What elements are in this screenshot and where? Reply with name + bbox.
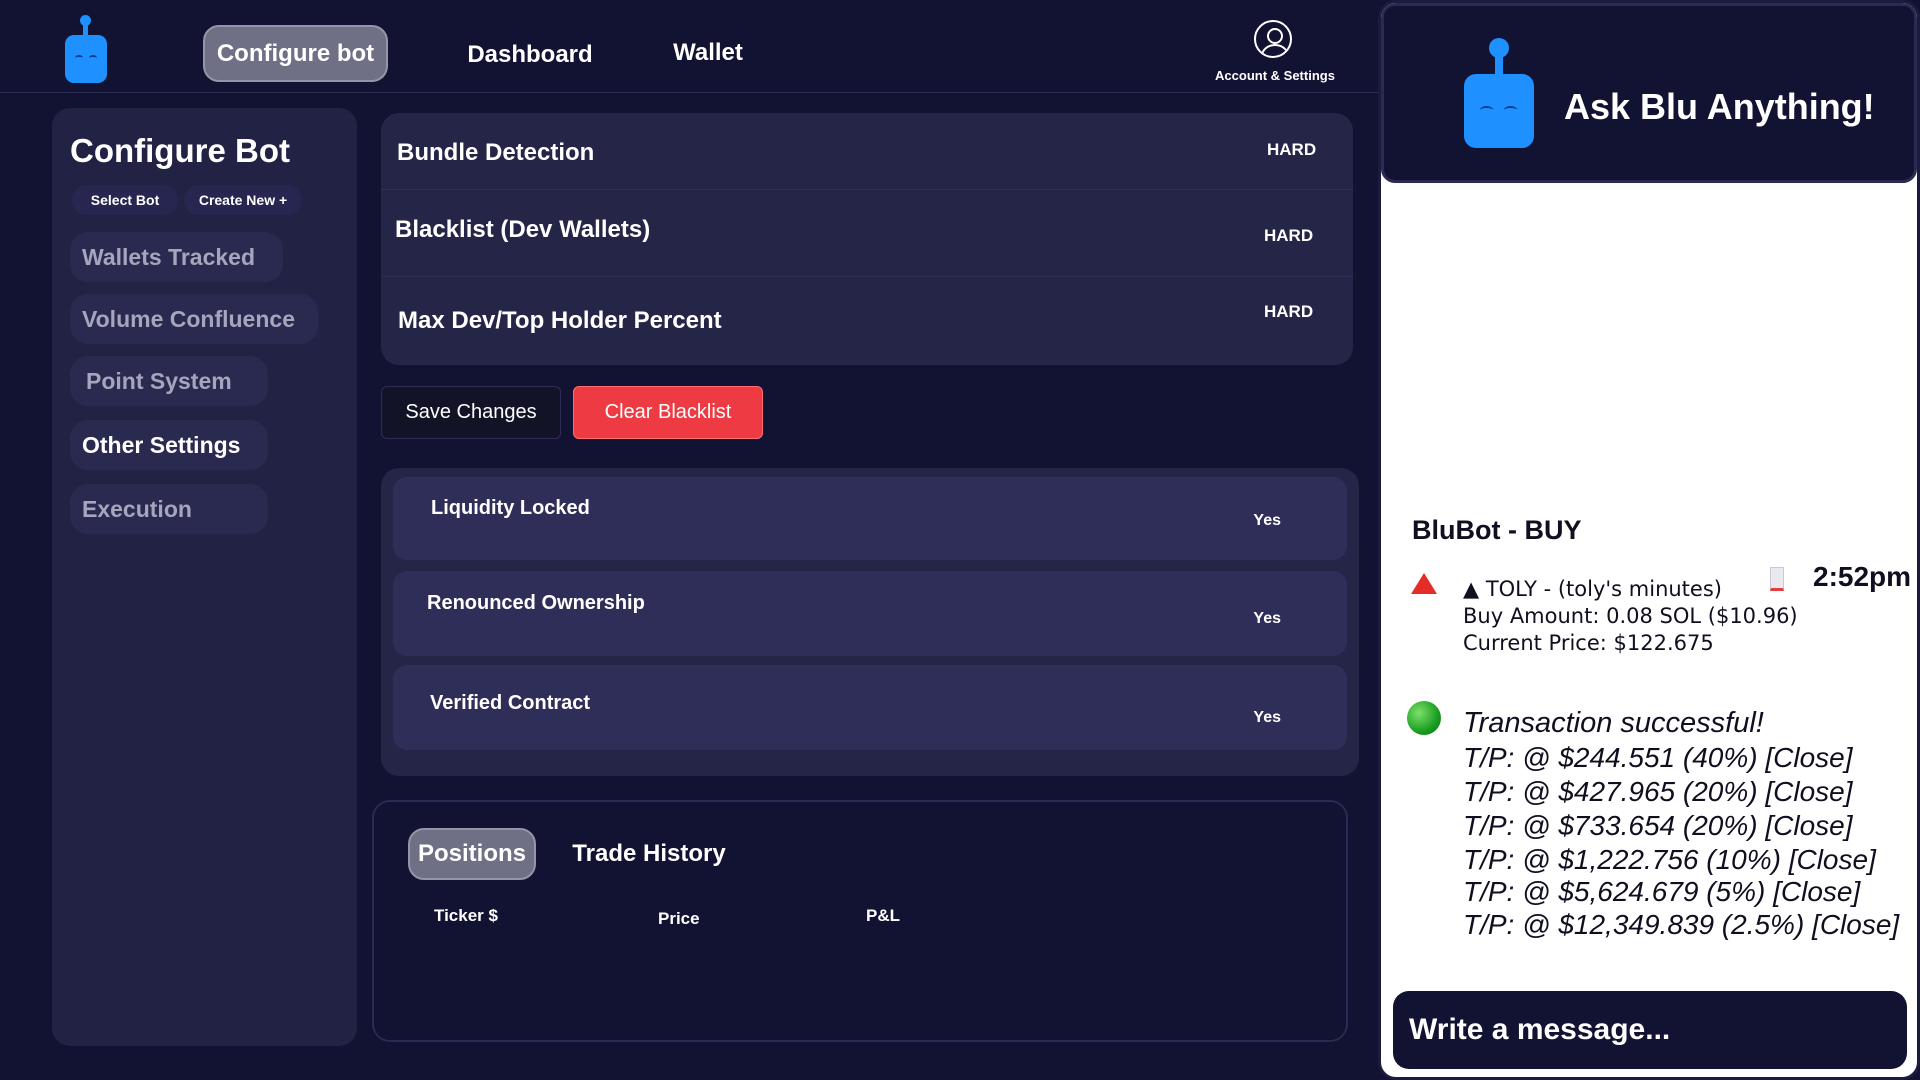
column-header-price: Price — [658, 909, 700, 928]
take-profit-line[interactable]: T/P: @ $244.551 (40%) [Close] — [1463, 742, 1853, 774]
take-profit-line[interactable]: T/P: @ $1,222.756 (10%) [Close] — [1463, 844, 1876, 876]
check-value: Yes — [1253, 512, 1281, 529]
sidebar-item-other-settings[interactable]: Other Settings — [70, 420, 268, 470]
check-label: Liquidity Locked — [431, 497, 590, 519]
account-settings-button[interactable]: Account & Settings — [1200, 18, 1350, 88]
create-new-button[interactable]: Create New + — [184, 185, 302, 215]
success-dot-icon — [1407, 701, 1441, 735]
divider — [381, 189, 1353, 190]
take-profit-line[interactable]: T/P: @ $733.654 (20%) [Close] — [1463, 810, 1853, 842]
chat-message-input[interactable]: Write a message... — [1393, 991, 1907, 1069]
filter-value[interactable]: HARD — [1264, 226, 1313, 246]
sidebar-title: Configure Bot — [70, 132, 290, 169]
current-price: Current Price: $122.675 — [1463, 631, 1714, 655]
nav-dashboard[interactable]: Dashboard — [455, 35, 605, 75]
check-card[interactable]: Renounced Ownership Yes — [393, 571, 1347, 656]
token-checks-panel: Liquidity Locked Yes Renounced Ownership… — [381, 468, 1359, 776]
column-header-ticker: Ticker $ — [434, 906, 498, 925]
check-label: Renounced Ownership — [427, 592, 645, 614]
check-card[interactable]: Verified Contract Yes — [393, 665, 1347, 750]
check-value: Yes — [1253, 709, 1281, 726]
column-header-pnl: P&L — [866, 906, 900, 925]
save-changes-button[interactable]: Save Changes — [381, 386, 561, 439]
sidebar-item-wallets-tracked[interactable]: Wallets Tracked — [70, 232, 283, 282]
filter-settings-panel: Bundle Detection HARD Blacklist (Dev Wal… — [381, 113, 1353, 365]
filter-label: Max Dev/Top Holder Percent — [398, 307, 722, 334]
select-bot-button[interactable]: Select Bot — [72, 185, 178, 215]
filter-value[interactable]: HARD — [1264, 302, 1313, 322]
check-card[interactable]: Liquidity Locked Yes — [393, 477, 1347, 560]
user-icon — [1254, 20, 1292, 58]
take-profit-line[interactable]: T/P: @ $5,624.679 (5%) [Close] — [1463, 876, 1860, 908]
filter-value[interactable]: HARD — [1267, 140, 1316, 160]
take-profit-line[interactable]: T/P: @ $12,349.839 (2.5%) [Close] — [1463, 909, 1899, 941]
message-time: 2:52pm — [1813, 561, 1912, 592]
success-text: Transaction successful! — [1463, 707, 1764, 739]
configure-sidebar: Configure Bot Select Bot Create New + Wa… — [52, 108, 357, 1046]
sidebar-item-volume-confluence[interactable]: Volume Confluence — [70, 294, 318, 344]
sidebar-item-execution[interactable]: Execution — [70, 484, 268, 534]
top-nav: Configure bot Dashboard Wallet Account &… — [0, 0, 1378, 93]
divider — [381, 276, 1353, 277]
check-value: Yes — [1253, 610, 1281, 627]
tab-trade-history[interactable]: Trade History — [564, 836, 734, 872]
receipt-icon — [1770, 567, 1784, 591]
robot-logo-icon[interactable] — [62, 15, 108, 85]
chat-panel: Ask Blu Anything! BluBot - BUY ▲ TOLY - … — [1378, 0, 1920, 1080]
check-label: Verified Contract — [430, 692, 591, 714]
account-label: Account & Settings — [1215, 68, 1335, 83]
nav-configure-bot[interactable]: Configure bot — [203, 25, 388, 82]
filter-label: Blacklist (Dev Wallets) — [395, 216, 651, 243]
chat-title: Ask Blu Anything! — [1564, 86, 1875, 127]
sidebar-item-point-system[interactable]: Point System — [70, 356, 268, 406]
buy-amount: Buy Amount: 0.08 SOL ($10.96) — [1463, 604, 1798, 628]
token-line: ▲ TOLY - (toly's minutes) — [1463, 577, 1722, 601]
filter-label: Bundle Detection — [397, 139, 595, 166]
chat-header: Ask Blu Anything! — [1381, 3, 1917, 183]
take-profit-line[interactable]: T/P: @ $427.965 (20%) [Close] — [1463, 776, 1853, 808]
robot-avatar-icon — [1462, 38, 1534, 150]
clear-blacklist-button[interactable]: Clear Blacklist — [573, 386, 763, 439]
nav-wallet[interactable]: Wallet — [660, 33, 756, 73]
tab-positions[interactable]: Positions — [408, 828, 536, 880]
red-triangle-icon — [1411, 573, 1437, 594]
message-header: BluBot - BUY — [1412, 515, 1582, 545]
positions-panel: Positions Trade History Ticker $ Price P… — [372, 800, 1348, 1042]
